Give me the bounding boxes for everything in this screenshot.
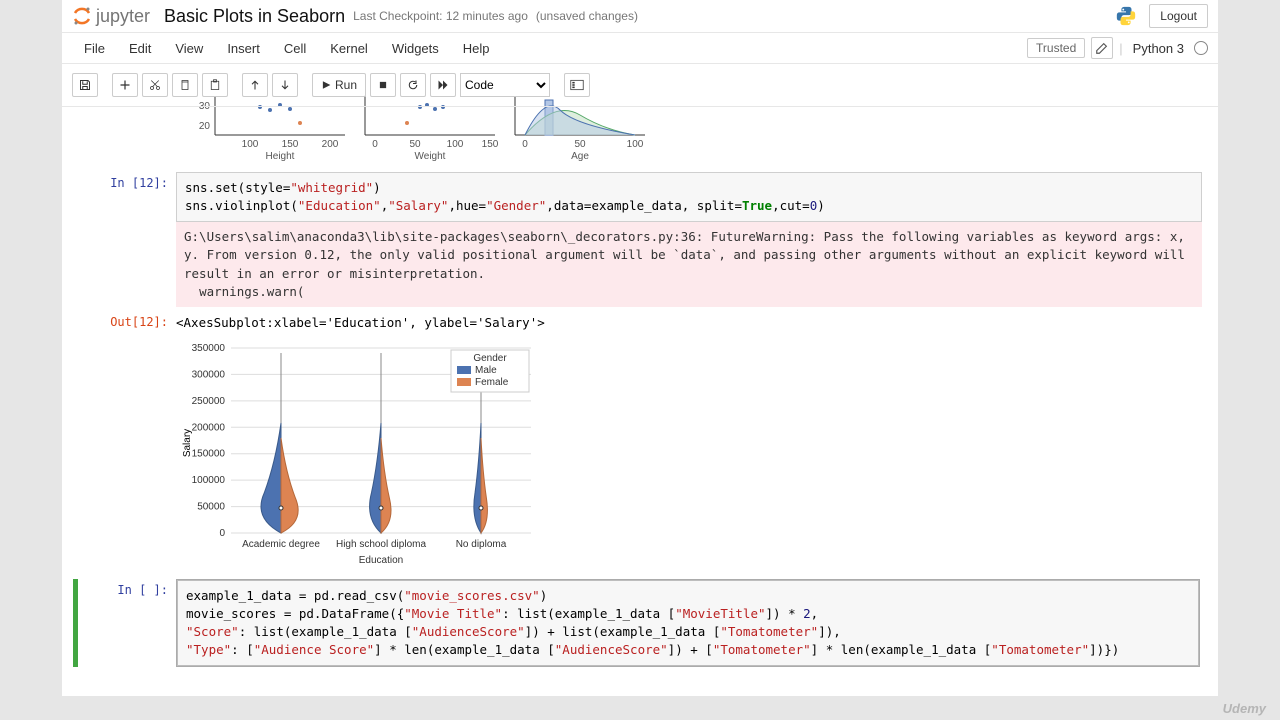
menu-help[interactable]: Help [451,37,502,60]
svg-text:Weight: Weight [415,151,446,162]
move-up-button[interactable] [242,73,268,97]
svg-text:150: 150 [282,139,299,150]
svg-text:350000: 350000 [192,343,226,354]
svg-text:Male: Male [475,365,497,376]
svg-text:0: 0 [372,139,378,150]
checkpoint-text: Last Checkpoint: 12 minutes ago [353,9,528,23]
restart-button[interactable] [400,73,426,97]
svg-text:0: 0 [219,528,225,539]
menu-view[interactable]: View [163,37,215,60]
svg-text:Gender: Gender [473,353,507,364]
svg-text:Female: Female [475,377,509,388]
code-cell-12[interactable]: sns.set(style="whitegrid") sns.violinplo… [176,172,1202,222]
save-button[interactable] [72,73,98,97]
warning-output: G:\Users\salim\anaconda3\lib\site-packag… [176,222,1202,307]
python-icon [1115,5,1137,27]
code-cell-active[interactable]: example_1_data = pd.read_csv("movie_scor… [177,580,1199,667]
kernel-name[interactable]: Python 3 [1129,41,1188,56]
svg-text:Salary: Salary [182,429,193,457]
cell-type-select[interactable]: Code [460,73,550,97]
menu-cell[interactable]: Cell [272,37,318,60]
command-palette-button[interactable] [564,73,590,97]
restart-run-all-button[interactable] [430,73,456,97]
svg-text:100: 100 [447,139,464,150]
menu-edit[interactable]: Edit [117,37,163,60]
svg-text:150: 150 [482,139,499,150]
svg-text:200: 200 [322,139,339,150]
svg-text:250000: 250000 [192,396,226,407]
svg-text:0: 0 [522,139,528,150]
svg-text:50: 50 [409,139,421,150]
udemy-watermark: Udemy [1223,701,1266,716]
interrupt-button[interactable] [370,73,396,97]
prompt-in-next: In [ ]: [78,579,176,668]
svg-text:100: 100 [242,139,259,150]
trusted-indicator[interactable]: Trusted [1027,38,1085,58]
edit-icon[interactable] [1091,37,1113,59]
svg-text:100: 100 [627,139,644,150]
menu-widgets[interactable]: Widgets [380,37,451,60]
output-text-12: <AxesSubplot:xlabel='Education', ylabel=… [176,311,1202,334]
run-button[interactable]: Run [312,73,366,97]
menu-file[interactable]: File [72,37,117,60]
add-cell-button[interactable] [112,73,138,97]
jupyter-wordmark: jupyter [96,6,150,27]
jupyter-logo[interactable]: jupyter [72,4,156,28]
svg-text:300000: 300000 [192,369,226,380]
svg-text:Height: Height [266,151,295,162]
svg-text:200000: 200000 [192,422,226,433]
cut-button[interactable] [142,73,168,97]
svg-text:100000: 100000 [192,475,226,486]
autosave-text: (unsaved changes) [536,9,638,23]
menu-insert[interactable]: Insert [215,37,272,60]
svg-text:No diploma: No diploma [456,539,507,550]
prompt-in-12: In [12]: [78,172,176,307]
logout-button[interactable]: Logout [1149,4,1208,28]
svg-text:High school diploma: High school diploma [336,539,426,550]
svg-text:50: 50 [574,139,586,150]
paste-button[interactable] [202,73,228,97]
svg-text:Age: Age [571,151,589,162]
menu-kernel[interactable]: Kernel [318,37,380,60]
copy-button[interactable] [172,73,198,97]
notebook-title[interactable]: Basic Plots in Seaborn [164,6,345,27]
svg-text:Education: Education [359,555,403,566]
svg-text:20: 20 [199,121,211,132]
violin-plot: 0 50000 100000 150000 200000 250000 300000 3500… [176,334,1202,575]
svg-text:50000: 50000 [197,501,225,512]
svg-text:Academic degree: Academic degree [242,539,320,550]
prompt-out-12: Out[12]: [78,311,176,575]
svg-text:150000: 150000 [192,448,226,459]
move-down-button[interactable] [272,73,298,97]
jupyter-icon [72,6,92,26]
kernel-indicator-icon [1194,41,1208,55]
